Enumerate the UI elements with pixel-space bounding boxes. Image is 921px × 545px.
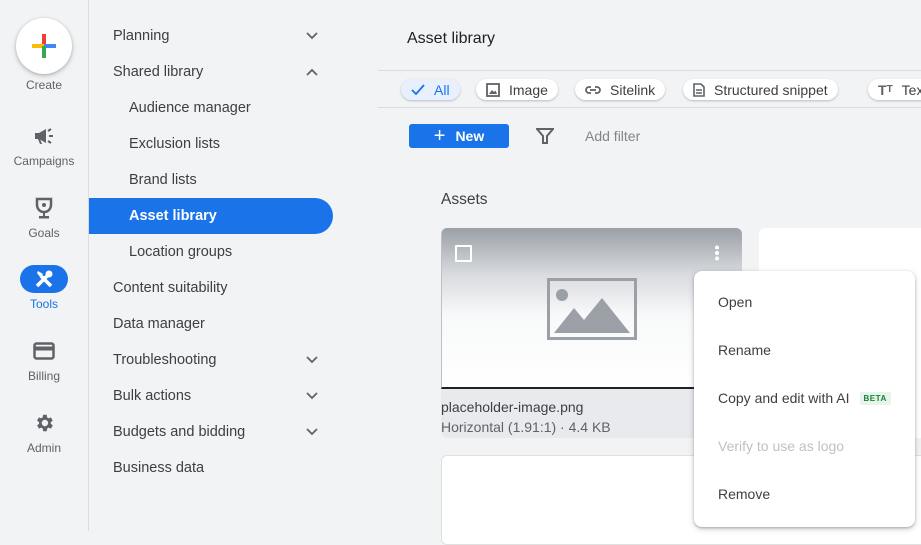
subnav-item-business-data[interactable]: Business data	[89, 450, 333, 486]
subnav-item-bulk-actions[interactable]: Bulk actions	[89, 378, 333, 414]
tools-icon	[20, 265, 68, 293]
asset-context-menu: Open Rename Copy and edit with AI BETA V…	[694, 271, 915, 527]
chip-label: Sitelink	[610, 81, 656, 98]
create-button[interactable]: Create	[0, 18, 88, 92]
chip-all[interactable]: All	[401, 79, 460, 100]
chip-label: Text	[901, 81, 921, 98]
menu-item-label: Verify to use as logo	[718, 438, 845, 454]
tools-subnav: Planning Shared library Audience manager…	[89, 0, 378, 531]
plus-icon: +	[433, 125, 446, 147]
subnav-label: Exclusion lists	[129, 136, 221, 152]
subnav-label: Brand lists	[129, 172, 197, 188]
subnav-label: Bulk actions	[113, 388, 192, 404]
link-icon	[585, 85, 601, 95]
subnav-label: Troubleshooting	[113, 352, 217, 368]
rail-label: Billing	[27, 369, 60, 383]
subnav-label: Budgets and bidding	[113, 424, 246, 440]
subnav-item-content-suitability[interactable]: Content suitability	[89, 270, 333, 306]
new-button-label: New	[455, 128, 485, 144]
text-format-icon: TT	[878, 81, 893, 98]
subnav-label: Data manager	[113, 316, 205, 332]
subnav-item-asset-library[interactable]: Asset library	[89, 198, 333, 234]
page-title: Asset library	[407, 30, 496, 47]
subnav-label: Business data	[113, 460, 205, 476]
chip-text[interactable]: TT Text	[868, 79, 921, 100]
navigation-rail: Create Campaigns Goals Tools Billing Adm…	[0, 0, 89, 531]
subnav-item-exclusion-lists[interactable]: Exclusion lists	[89, 126, 333, 162]
chevron-down-icon	[305, 389, 319, 403]
menu-item-open[interactable]: Open	[694, 278, 915, 326]
check-icon	[411, 84, 425, 95]
rail-label: Campaigns	[13, 154, 75, 168]
rail-item-admin[interactable]: Admin	[0, 409, 88, 455]
rail-item-goals[interactable]: Goals	[0, 194, 88, 240]
asset-checkbox[interactable]	[455, 245, 472, 262]
subnav-item-data-manager[interactable]: Data manager	[89, 306, 333, 342]
chevron-up-icon	[305, 65, 319, 79]
document-icon	[693, 82, 705, 97]
subnav-item-budgets-and-bidding[interactable]: Budgets and bidding	[89, 414, 333, 450]
rail-label: Goals	[28, 226, 60, 240]
chevron-down-icon	[305, 425, 319, 439]
subnav-label: Asset library	[129, 208, 217, 224]
credit-card-icon	[20, 337, 68, 365]
subnav-item-audience-manager[interactable]: Audience manager	[89, 90, 333, 126]
menu-item-verify-logo: Verify to use as logo	[694, 422, 915, 470]
filter-icon[interactable]	[534, 127, 556, 150]
image-placeholder-icon	[547, 278, 637, 345]
chip-sitelink[interactable]: Sitelink	[575, 79, 666, 100]
chip-structured-snippet[interactable]: Structured snippet	[683, 79, 838, 100]
image-icon	[486, 82, 500, 97]
menu-item-label: Copy and edit with AI	[718, 390, 850, 406]
megaphone-icon	[20, 122, 68, 150]
chip-label: Structured snippet	[714, 81, 828, 98]
subnav-item-planning[interactable]: Planning	[89, 18, 333, 54]
section-title: Assets	[441, 191, 488, 208]
subnav-label: Shared library	[113, 64, 204, 80]
subnav-label: Location groups	[129, 244, 233, 260]
rail-label: Admin	[26, 441, 61, 455]
trophy-icon	[20, 194, 68, 222]
chevron-down-icon	[305, 353, 319, 367]
asset-meta: Horizontal (1.91:1) · 4.4 KB	[441, 419, 611, 435]
rail-item-campaigns[interactable]: Campaigns	[0, 122, 88, 168]
gear-icon	[20, 409, 68, 437]
more-options-icon[interactable]	[714, 245, 720, 266]
subnav-item-brand-lists[interactable]: Brand lists	[89, 162, 333, 198]
menu-item-label: Rename	[718, 342, 771, 358]
menu-item-label: Open	[718, 294, 753, 310]
add-filter-button[interactable]: Add filter	[585, 128, 640, 144]
create-plus-icon	[16, 18, 72, 74]
subnav-item-troubleshooting[interactable]: Troubleshooting	[89, 342, 333, 378]
asset-name: placeholder-image.png	[441, 399, 584, 415]
beta-badge: BETA	[859, 391, 891, 405]
subnav-label: Content suitability	[113, 280, 228, 296]
asset-type-filter-chips: All Image Sitelink Structured snippet TT…	[378, 70, 921, 108]
menu-item-remove[interactable]: Remove	[694, 470, 915, 518]
chip-label: Image	[509, 81, 548, 98]
chip-image[interactable]: Image	[476, 79, 558, 100]
menu-item-label: Remove	[718, 486, 771, 502]
rail-item-billing[interactable]: Billing	[0, 337, 88, 383]
subnav-item-location-groups[interactable]: Location groups	[89, 234, 333, 270]
subnav-item-shared-library[interactable]: Shared library	[89, 54, 333, 90]
subnav-label: Planning	[113, 28, 170, 44]
rail-label: Tools	[29, 297, 58, 311]
create-label: Create	[25, 78, 63, 92]
menu-item-rename[interactable]: Rename	[694, 326, 915, 374]
new-asset-button[interactable]: + New	[409, 124, 509, 148]
subnav-label: Audience manager	[129, 100, 251, 116]
menu-item-copy-and-edit-with-ai[interactable]: Copy and edit with AI BETA	[694, 374, 915, 422]
rail-item-tools[interactable]: Tools	[0, 265, 88, 311]
chip-label: All	[434, 81, 450, 98]
chevron-down-icon	[305, 29, 319, 43]
